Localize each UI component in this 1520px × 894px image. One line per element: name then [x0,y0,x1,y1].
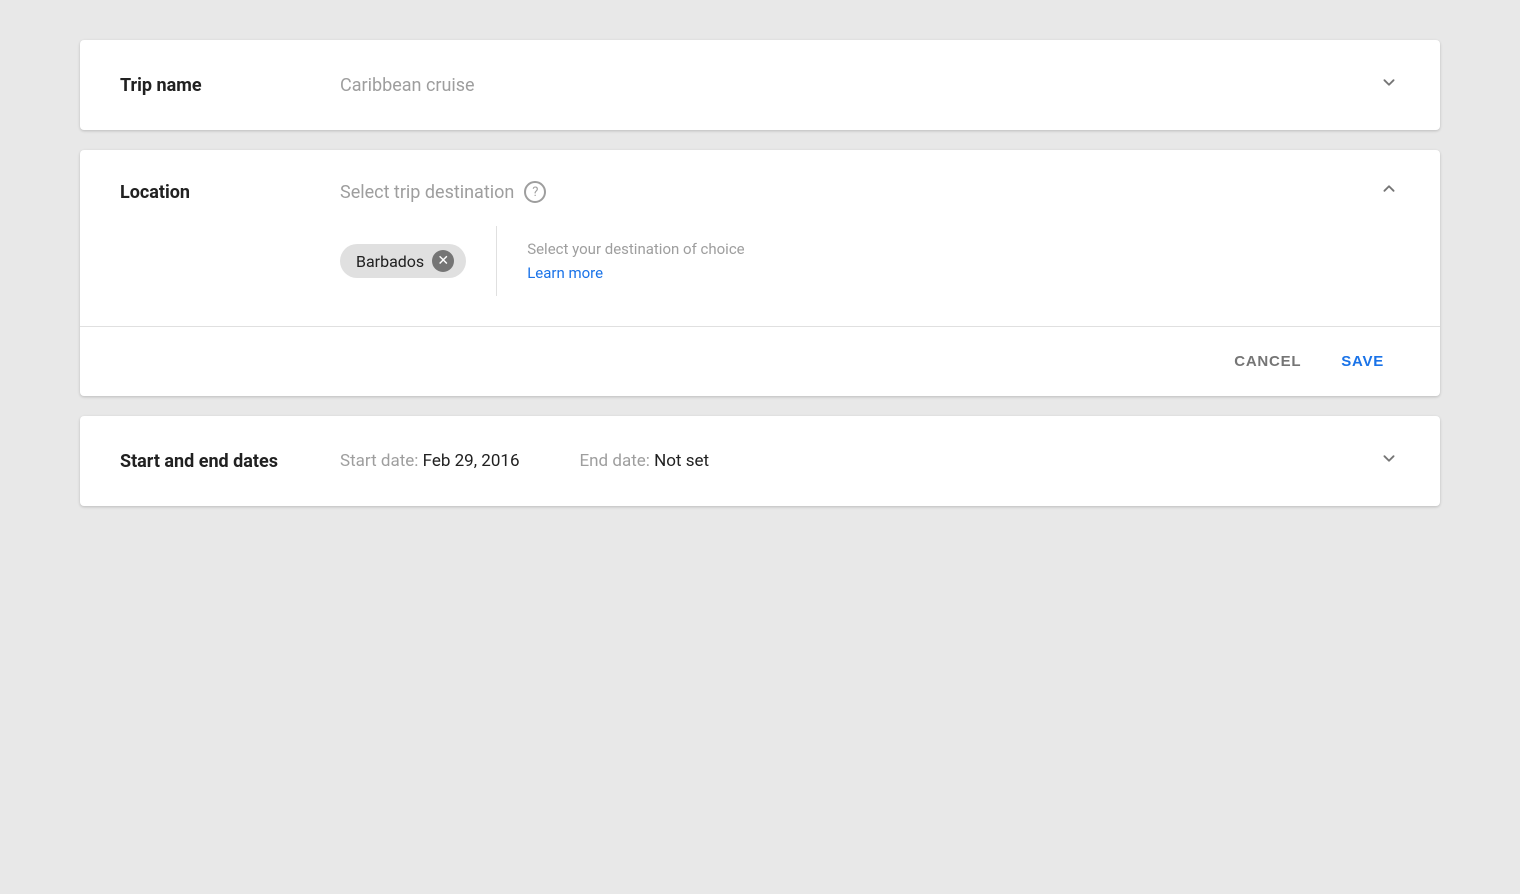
trip-name-value: Caribbean cruise [340,75,475,96]
location-label: Location [120,182,340,203]
trip-name-chevron-down-icon[interactable] [1378,71,1400,99]
action-row: CANCEL SAVE [80,326,1440,396]
location-placeholder: Select trip destination [340,182,514,203]
barbados-chip: Barbados ✕ [340,244,466,278]
dates-label: Start and end dates [120,451,340,472]
start-date-item: Start date: Feb 29, 2016 [340,451,520,471]
dates-chevron-down-icon[interactable] [1378,447,1400,475]
cancel-button[interactable]: CANCEL [1218,343,1317,380]
location-chevron-up-icon[interactable] [1378,178,1400,206]
start-date-value: Feb 29, 2016 [423,451,520,471]
end-date-value: Not set [654,451,709,471]
save-button[interactable]: SAVE [1325,343,1400,380]
help-icon[interactable]: ? [524,181,546,203]
vertical-divider [496,226,497,296]
start-date-label: Start date: [340,451,418,471]
chip-label: Barbados [356,252,424,271]
hint-text: Select your destination of choice [527,240,744,258]
trip-name-label: Trip name [120,75,340,96]
dates-content: Start date: Feb 29, 2016 End date: Not s… [340,451,1378,471]
dates-card: Start and end dates Start date: Feb 29, … [80,416,1440,506]
trip-name-card: Trip name Caribbean cruise [80,40,1440,130]
end-date-label: End date: [580,451,650,471]
destination-hint: Select your destination of choice Learn … [527,240,744,282]
location-card: Location Select trip destination ? Barba… [80,150,1440,396]
chip-close-icon: ✕ [437,254,449,268]
end-date-item: End date: Not set [580,451,710,471]
chip-close-button[interactable]: ✕ [432,250,454,272]
learn-more-link[interactable]: Learn more [527,264,744,282]
